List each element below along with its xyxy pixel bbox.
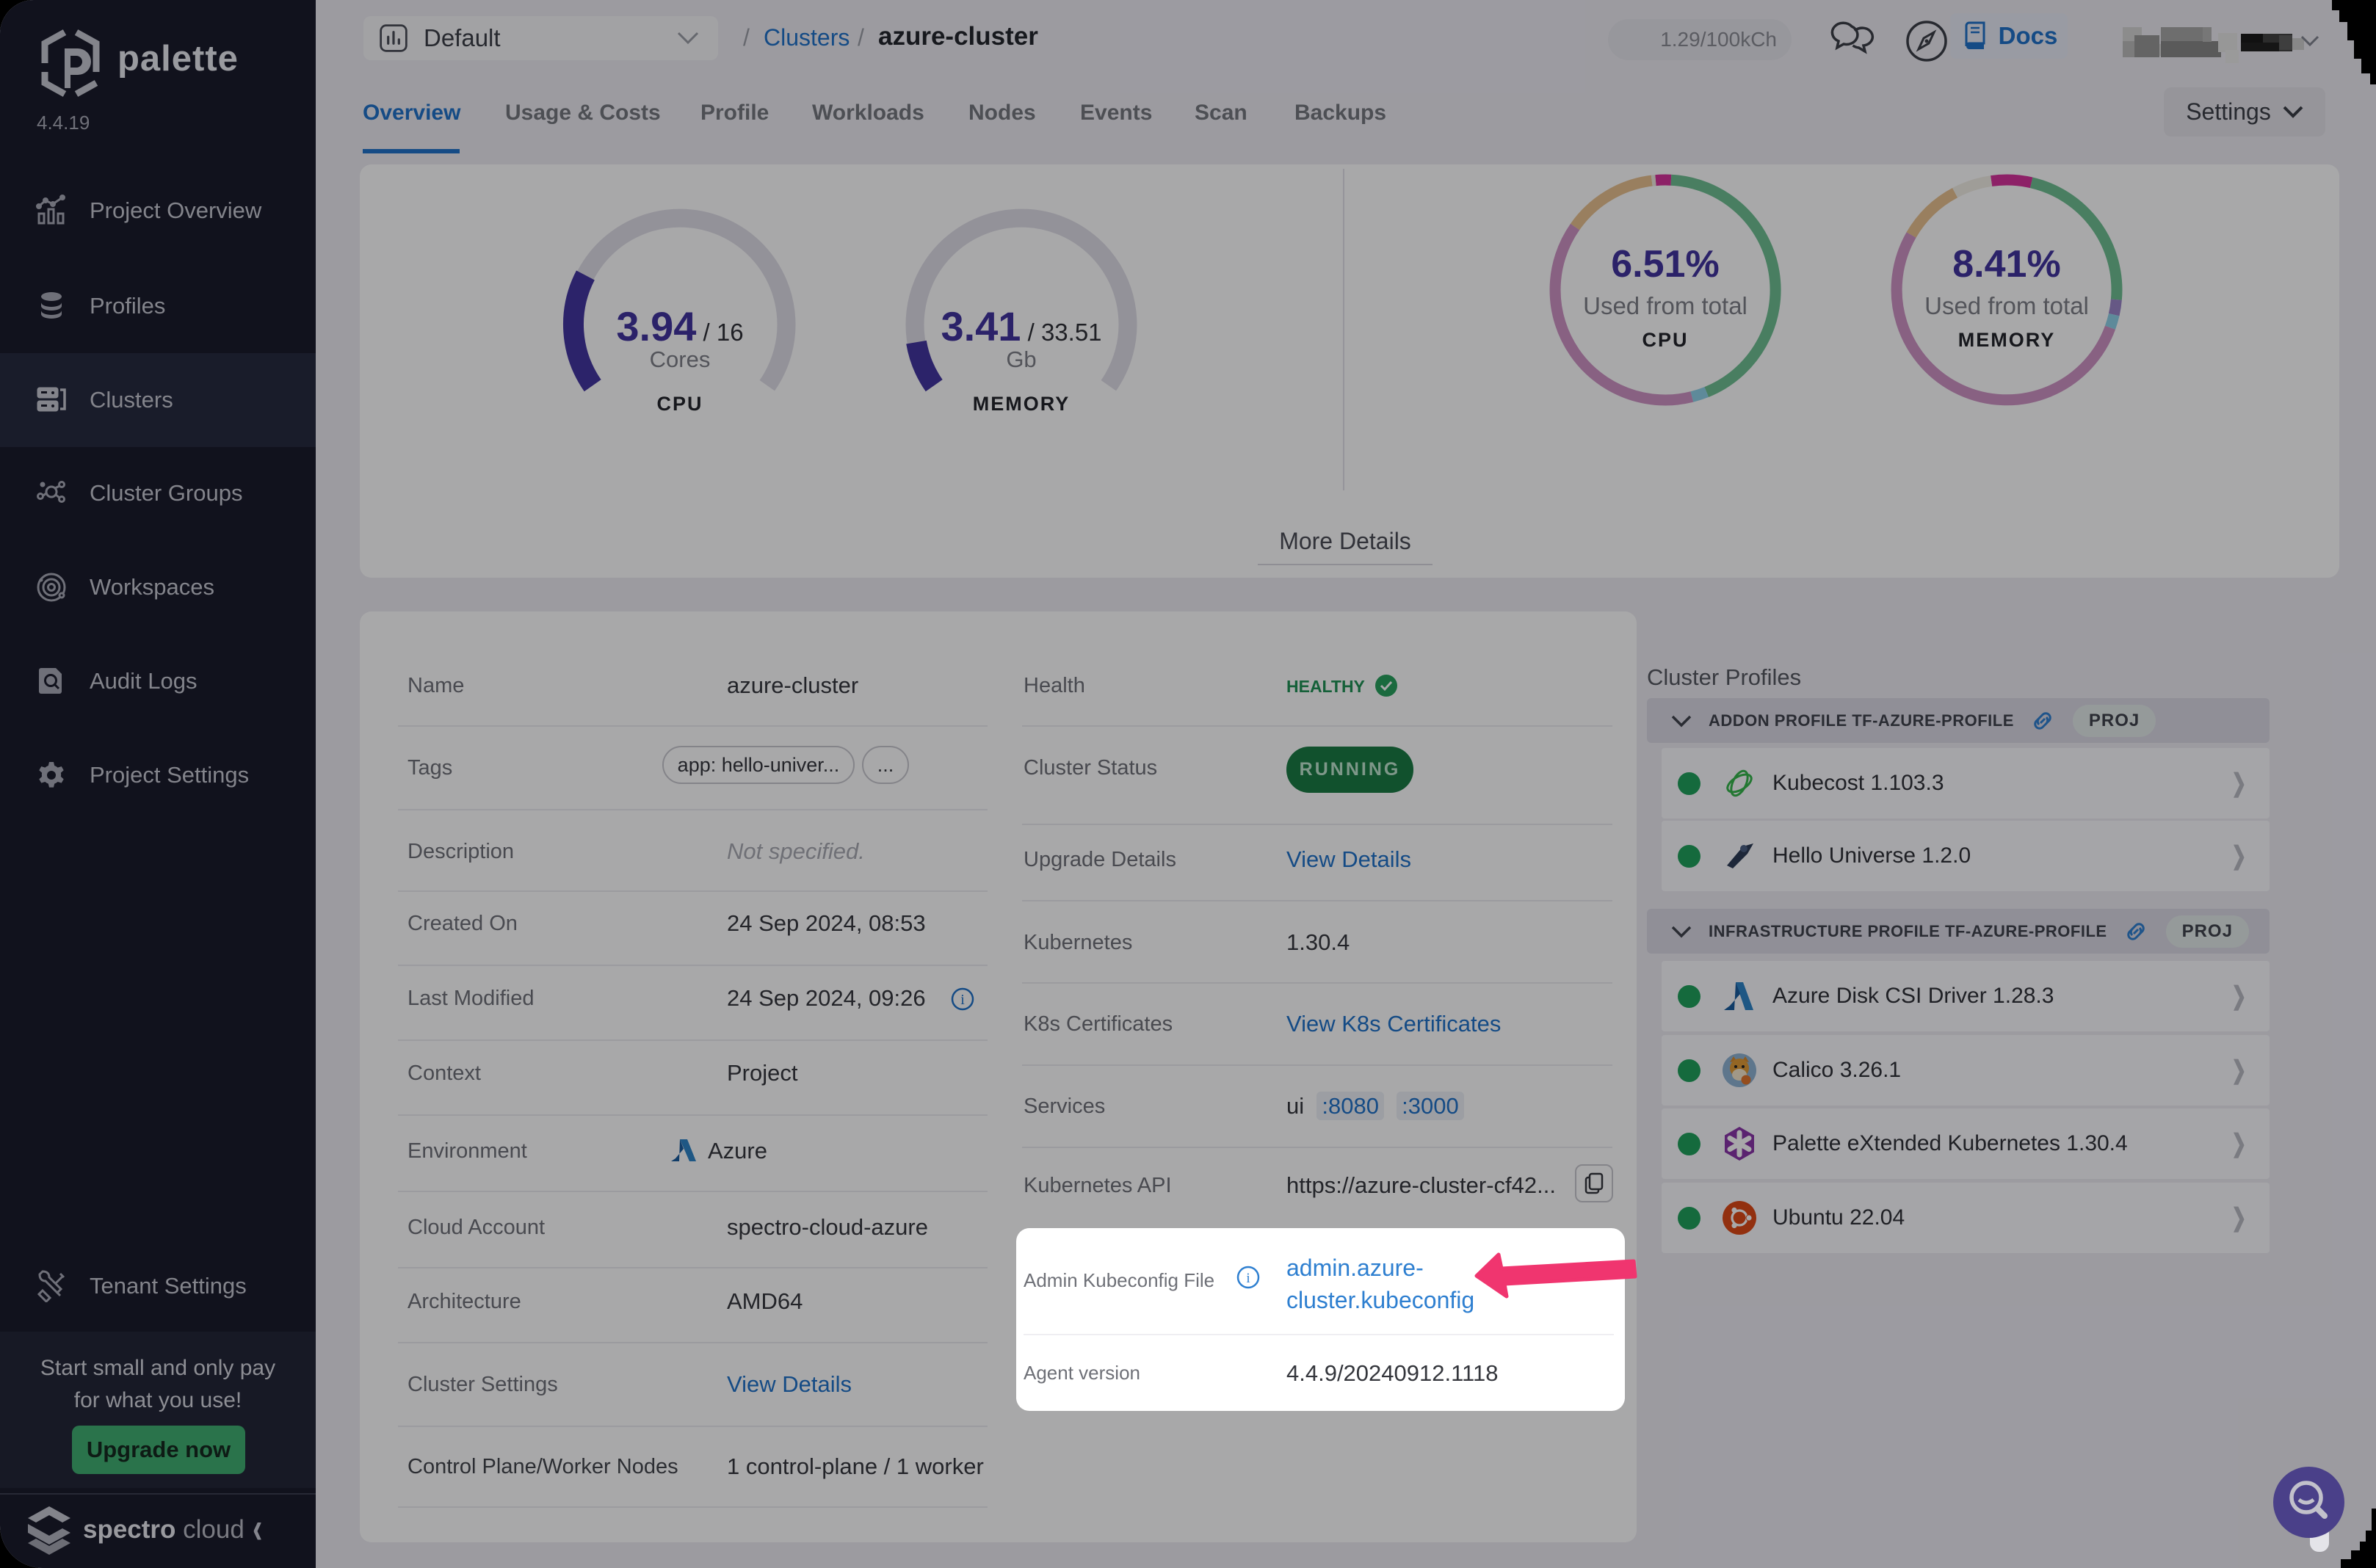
svg-text:i: i [1246, 1271, 1250, 1286]
